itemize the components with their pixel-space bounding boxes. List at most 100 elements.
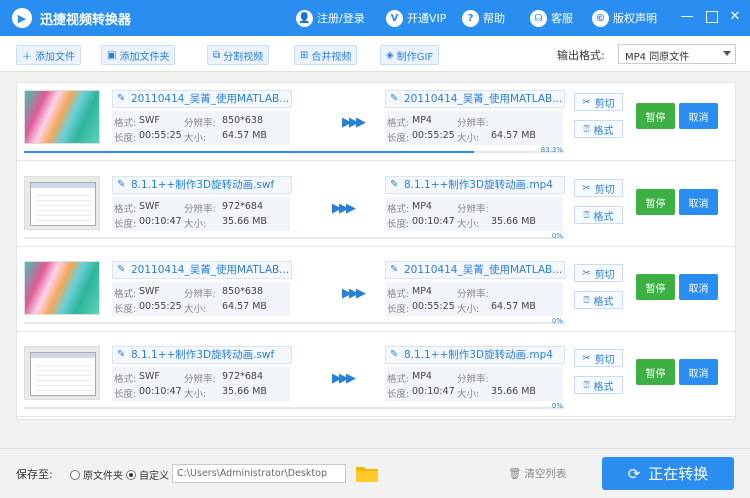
save-path-input[interactable] xyxy=(172,464,346,483)
format-settings-icon: ⍰ xyxy=(583,209,590,221)
edit-icon: ✎ xyxy=(117,93,126,104)
copyright-link[interactable]: © 版权声明 xyxy=(592,8,657,28)
chevron-down-icon xyxy=(723,51,731,56)
format-settings-icon: ⍰ xyxy=(583,123,590,135)
format-settings-icon: ⍰ xyxy=(583,379,590,391)
cancel-button[interactable]: 取消 xyxy=(679,274,718,300)
video-thumbnail xyxy=(24,261,100,315)
radio-selected-icon xyxy=(126,469,136,480)
output-format-label: 输出格式: xyxy=(557,49,605,62)
scissors-icon: ✂ xyxy=(582,96,591,108)
gif-icon: ◈ xyxy=(386,49,394,61)
source-info: 格式: SWF 分辨率: 850*638 长度: 00:55:25 大小: 64… xyxy=(112,282,290,316)
help-link[interactable]: ? 帮助 xyxy=(462,8,505,28)
source-file-name[interactable]: ✎ 8.1.1++制作3D旋转动画.swf xyxy=(112,346,292,364)
pause-button[interactable]: 暂停 xyxy=(636,274,675,300)
merge-video-button[interactable]: ⊞ 合并视频 xyxy=(294,45,358,65)
cancel-button[interactable]: 取消 xyxy=(679,189,718,215)
output-file-name[interactable]: ✎ 8.1.1++制作3D旋转动画.mp4 xyxy=(385,176,565,194)
format-settings-icon: ⍰ xyxy=(583,294,590,306)
app-logo-icon: ▶ xyxy=(12,8,32,28)
source-info: 格式: SWF 分辨率: 972*684 长度: 00:10:47 大小: 35… xyxy=(112,367,290,401)
help-icon: ? xyxy=(462,9,479,27)
add-folder-button[interactable]: ▣ 添加文件夹 xyxy=(101,45,176,65)
cut-button[interactable]: ✂ 剪切 xyxy=(574,349,623,367)
minimize-icon[interactable]: — xyxy=(680,10,694,24)
progress-fill xyxy=(24,151,474,153)
radio-custom-folder[interactable]: 自定义 xyxy=(126,467,169,482)
folder-icon[interactable] xyxy=(356,465,378,482)
title-bar: ▶ 迅捷视频转换器 👤 注册/登录 V 开通VIP ? 帮助 ☊ 客服 © 版权… xyxy=(0,0,750,36)
cancel-button[interactable]: 取消 xyxy=(679,103,718,129)
vip-icon: V xyxy=(386,9,403,27)
user-icon: 👤 xyxy=(296,9,313,27)
output-info: 格式: MP4 分辨率: 长度: 00:55:25 大小: 64.57 MB xyxy=(385,111,563,145)
format-button[interactable]: ⍰ 格式 xyxy=(574,120,623,138)
output-file-name[interactable]: ✎ 8.1.1++制作3D旋转动画.mp4 xyxy=(385,346,565,364)
format-button[interactable]: ⍰ 格式 xyxy=(574,291,623,309)
edit-icon: ✎ xyxy=(390,264,399,275)
edit-icon: ✎ xyxy=(117,179,126,190)
pause-button[interactable]: 暂停 xyxy=(636,103,675,129)
add-file-button[interactable]: ＋ 添加文件 xyxy=(16,45,81,65)
cut-button[interactable]: ✂ 剪切 xyxy=(574,264,623,282)
output-file-name[interactable]: ✎ 20110414_吴菁_使用MATLAB... xyxy=(385,90,565,108)
customer-service-link[interactable]: ☊ 客服 xyxy=(530,8,573,28)
scissors-icon: ✂ xyxy=(582,352,591,364)
close-icon[interactable]: ✕ xyxy=(728,10,742,24)
progress-bar xyxy=(24,237,564,239)
progress-bar xyxy=(24,151,564,153)
merge-icon: ⊞ xyxy=(300,49,309,61)
clear-list-button[interactable]: 🗑 清空列表 xyxy=(508,466,566,481)
format-button[interactable]: ⍰ 格式 xyxy=(574,206,623,224)
copyright-icon: © xyxy=(592,9,609,27)
edit-icon: ✎ xyxy=(117,264,126,275)
source-file-name[interactable]: ✎ 20110414_吴菁_使用MATLAB... xyxy=(112,261,292,279)
video-thumbnail xyxy=(24,90,100,144)
source-file-name[interactable]: ✎ 8.1.1++制作3D旋转动画.swf xyxy=(112,176,292,194)
radio-icon xyxy=(70,469,80,480)
convert-arrow-icon: ▶▶▶ xyxy=(342,286,366,301)
register-login-link[interactable]: 👤 注册/登录 xyxy=(296,8,365,28)
cut-button[interactable]: ✂ 剪切 xyxy=(574,179,623,197)
task-row: ✎ 20110414_吴菁_使用MATLAB... 格式: SWF 分辨率: 85… xyxy=(17,254,735,332)
format-button[interactable]: ⍰ 格式 xyxy=(574,376,623,394)
toolbar: ＋ 添加文件 ▣ 添加文件夹 ⧉ 分割视频 ⊞ 合并视频 ◈ 制作GIF 输出格… xyxy=(0,36,750,72)
split-icon: ⧉ xyxy=(213,49,221,61)
edit-icon: ✎ xyxy=(390,349,399,360)
folder-add-icon: ▣ xyxy=(107,49,117,61)
start-convert-button[interactable]: ⟳ 正在转换 xyxy=(602,457,734,490)
vip-link[interactable]: V 开通VIP xyxy=(386,8,446,28)
save-to-label: 保存至: xyxy=(16,468,53,481)
video-thumbnail xyxy=(24,346,100,400)
source-info: 格式: SWF 分辨率: 850*638 长度: 00:55:25 大小: 64… xyxy=(112,111,290,145)
split-video-button[interactable]: ⧉ 分割视频 xyxy=(207,45,270,65)
task-row: ✎ 8.1.1++制作3D旋转动画.swf 格式: SWF 分辨率: 972*68… xyxy=(17,169,735,247)
cancel-button[interactable]: 取消 xyxy=(679,359,718,385)
progress-percent: 0% xyxy=(551,317,563,325)
headset-icon: ☊ xyxy=(530,9,547,27)
maximize-icon[interactable] xyxy=(706,11,718,23)
task-row: ✎ 20110414_吴菁_使用MATLAB... 格式: SWF 分辨率: 85… xyxy=(17,83,735,161)
make-gif-button[interactable]: ◈ 制作GIF xyxy=(380,45,440,65)
edit-icon: ✎ xyxy=(117,349,126,360)
scissors-icon: ✂ xyxy=(582,182,591,194)
task-row: ✎ 8.1.1++制作3D旋转动画.swf 格式: SWF 分辨率: 972*68… xyxy=(17,339,735,417)
scissors-icon: ✂ xyxy=(582,267,591,279)
cut-button[interactable]: ✂ 剪切 xyxy=(574,93,623,111)
progress-percent: 0% xyxy=(551,402,563,410)
output-file-name[interactable]: ✎ 20110414_吴菁_使用MATLAB... xyxy=(385,261,565,279)
task-list: ✎ 20110414_吴菁_使用MATLAB... 格式: SWF 分辨率: 85… xyxy=(16,82,736,420)
edit-icon: ✎ xyxy=(390,179,399,190)
output-info: 格式: MP4 分辨率: 长度: 00:55:25 大小: 64.57 MB xyxy=(385,282,563,316)
pause-button[interactable]: 暂停 xyxy=(636,359,675,385)
progress-bar xyxy=(24,322,564,324)
pause-button[interactable]: 暂停 xyxy=(636,189,675,215)
radio-original-folder[interactable]: 原文件夹 xyxy=(70,467,123,482)
edit-icon: ✎ xyxy=(390,93,399,104)
output-format-select[interactable]: MP4 同原文件 xyxy=(618,44,736,64)
progress-bar xyxy=(24,407,564,409)
convert-arrow-icon: ▶▶▶ xyxy=(342,115,366,130)
output-info: 格式: MP4 分辨率: 长度: 00:10:47 大小: 35.66 MB xyxy=(385,197,563,231)
source-file-name[interactable]: ✎ 20110414_吴菁_使用MATLAB... xyxy=(112,90,292,108)
